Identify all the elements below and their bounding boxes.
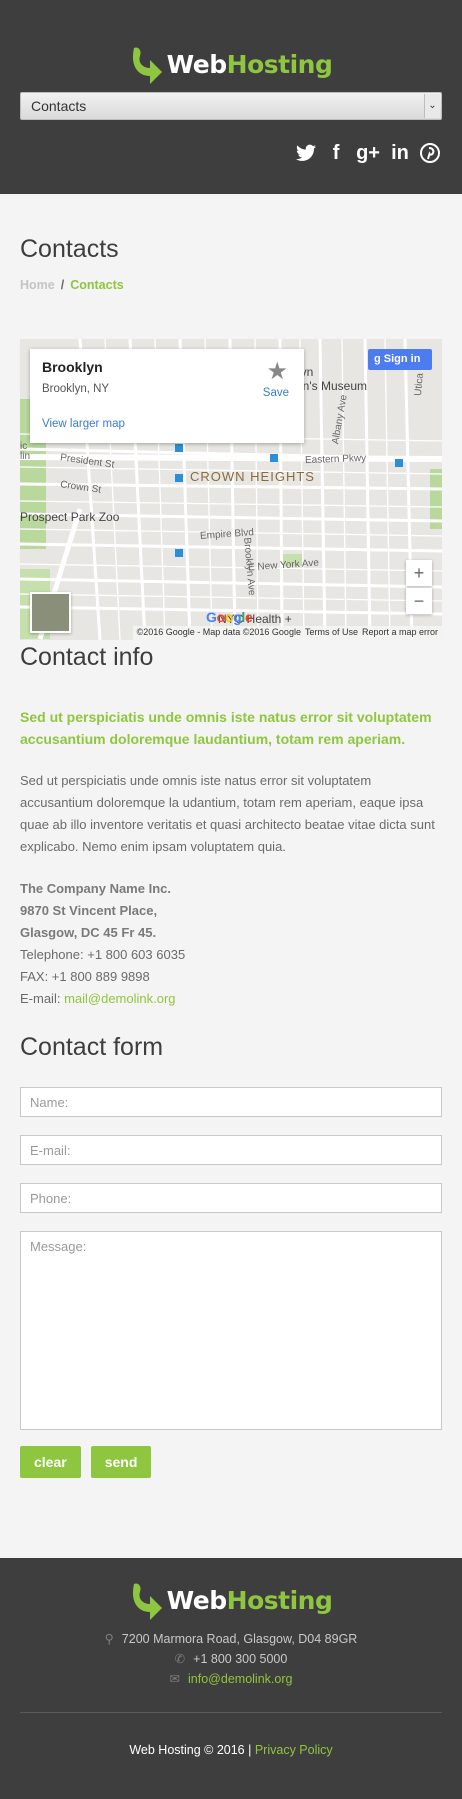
logo-web: Web [166,49,228,79]
contact-form-title: Contact form [20,1033,164,1061]
zoom-in-button[interactable]: + [406,560,432,586]
company-telephone: Telephone: +1 800 603 6035 [20,947,186,962]
twitter-icon[interactable] [296,144,317,162]
footer-address: ⚲ 7200 Marmora Road, Glasgow, D04 89GR [0,1631,462,1646]
satellite-toggle[interactable] [30,592,71,633]
main-content: Contacts Home / Contacts CROWN HEIGHTS P… [0,235,462,1478]
breadcrumb-home[interactable]: Home [20,278,55,292]
nav-select[interactable]: Contacts ⌄ [20,92,442,120]
facebook-icon[interactable]: f [326,142,346,164]
footer-phone-text: +1 800 300 5000 [193,1652,288,1666]
footer-logo-web: Web [166,1585,228,1615]
breadcrumb: Home / Contacts [20,278,442,292]
contact-info-title: Contact info [20,643,154,671]
google-map[interactable]: CROWN HEIGHTS Prospect Park Zoo Presiden… [20,339,442,640]
company-email-line: E-mail: mail@demolink.org [20,988,442,1010]
company-city: Glasgow, DC 45 Fr 45. [20,925,157,940]
map-label-utica: Utica [412,372,426,397]
clear-button[interactable]: clear [20,1446,81,1478]
company-street: 9870 St Vincent Place, [20,903,158,918]
form-buttons: clear send [20,1446,442,1478]
phone-field[interactable]: Phone: [20,1183,442,1213]
footer-logo[interactable]: WebHosting [0,1578,462,1622]
footer-email: ✉ info@demolink.org [0,1671,462,1686]
map-place-subtitle: Brooklyn, NY [42,383,110,395]
company-fax: FAX: +1 800 889 9898 [20,969,150,984]
social-links: f g+ in [296,142,440,164]
pinterest-icon[interactable] [420,143,440,163]
star-icon[interactable]: ★ [266,357,288,386]
map-place-card: Brooklyn Brooklyn, NY View larger map ★ … [30,349,304,443]
logo-arrow-icon [132,47,162,84]
breadcrumb-separator: / [60,278,65,292]
footer-address-text: 7200 Marmora Road, Glasgow, D04 89GR [121,1632,358,1646]
map-place-title: Brooklyn [42,359,103,375]
linkedin-icon[interactable]: in [390,142,410,164]
map-label-prospect-park-zoo: Prospect Park Zoo [20,510,120,524]
site-footer: WebHosting ⚲ 7200 Marmora Road, Glasgow, … [0,1558,462,1799]
company-email-label: E-mail: [20,991,65,1006]
page-title: Contacts [20,235,119,263]
site-logo[interactable]: WebHosting [0,42,462,86]
map-sign-in-button[interactable]: g Sign in [368,349,432,370]
footer-logo-text: WebHosting [167,1586,333,1615]
contact-info-body: Sed ut perspiciatis unde omnis iste natu… [20,773,435,854]
privacy-policy-link[interactable]: Privacy Policy [255,1743,333,1757]
footer-phone: ✆ +1 800 300 5000 [0,1651,462,1666]
map-label-crown-heights: CROWN HEIGHTS [190,469,315,484]
footer-email-link[interactable]: info@demolink.org [188,1672,292,1686]
send-button[interactable]: send [90,1446,152,1478]
footer-logo-hosting: Hosting [226,1585,333,1615]
logo-arrow-icon [132,1583,162,1620]
site-header: WebHosting Contacts ⌄ f g+ in [0,0,462,194]
footer-copyright: Web Hosting © 2016 | Privacy Policy [0,1743,462,1757]
company-name: The Company Name Inc. [20,881,171,896]
logo-text: WebHosting [167,50,333,79]
map-pin-icon: ⚲ [104,1632,114,1646]
zoom-out-button[interactable]: − [406,588,432,614]
footer-copyright-text: Web Hosting © 2016 | [129,1743,255,1757]
chevron-down-icon: ⌄ [424,94,440,118]
google-logo: Google [206,609,253,625]
map-label-eastern-pkwy: Eastern Pkwy [304,452,367,467]
map-save-button[interactable]: Save [263,387,289,399]
map-terms-link[interactable]: Terms of Use [305,627,358,639]
map-attribution: ©2016 Google - Map data ©2016 Google Ter… [132,626,442,640]
nav-select-value: Contacts [31,98,87,114]
name-field[interactable]: Name: [20,1087,442,1117]
message-field[interactable]: Message: [20,1231,442,1430]
footer-divider [20,1712,442,1713]
envelope-icon: ✉ [169,1672,181,1686]
map-report-link[interactable]: Report a map error [362,627,438,639]
company-address: The Company Name Inc. 9870 St Vincent Pl… [20,878,442,1010]
phone-icon: ✆ [174,1652,186,1666]
contact-info-lead: Sed ut perspiciatis unde omnis iste natu… [20,709,432,747]
email-field[interactable]: E-mail: [20,1135,442,1165]
google-plus-icon[interactable]: g+ [356,142,380,164]
map-copyright: ©2016 Google - Map data ©2016 Google [136,627,301,637]
view-larger-map-link[interactable]: View larger map [42,418,125,430]
map-label-park-2: lin [20,451,31,462]
map-sign-in-label: Sign in [383,353,421,365]
logo-hosting: Hosting [226,49,333,79]
breadcrumb-current: Contacts [70,278,124,292]
company-email-link[interactable]: mail@demolink.org [64,991,175,1006]
